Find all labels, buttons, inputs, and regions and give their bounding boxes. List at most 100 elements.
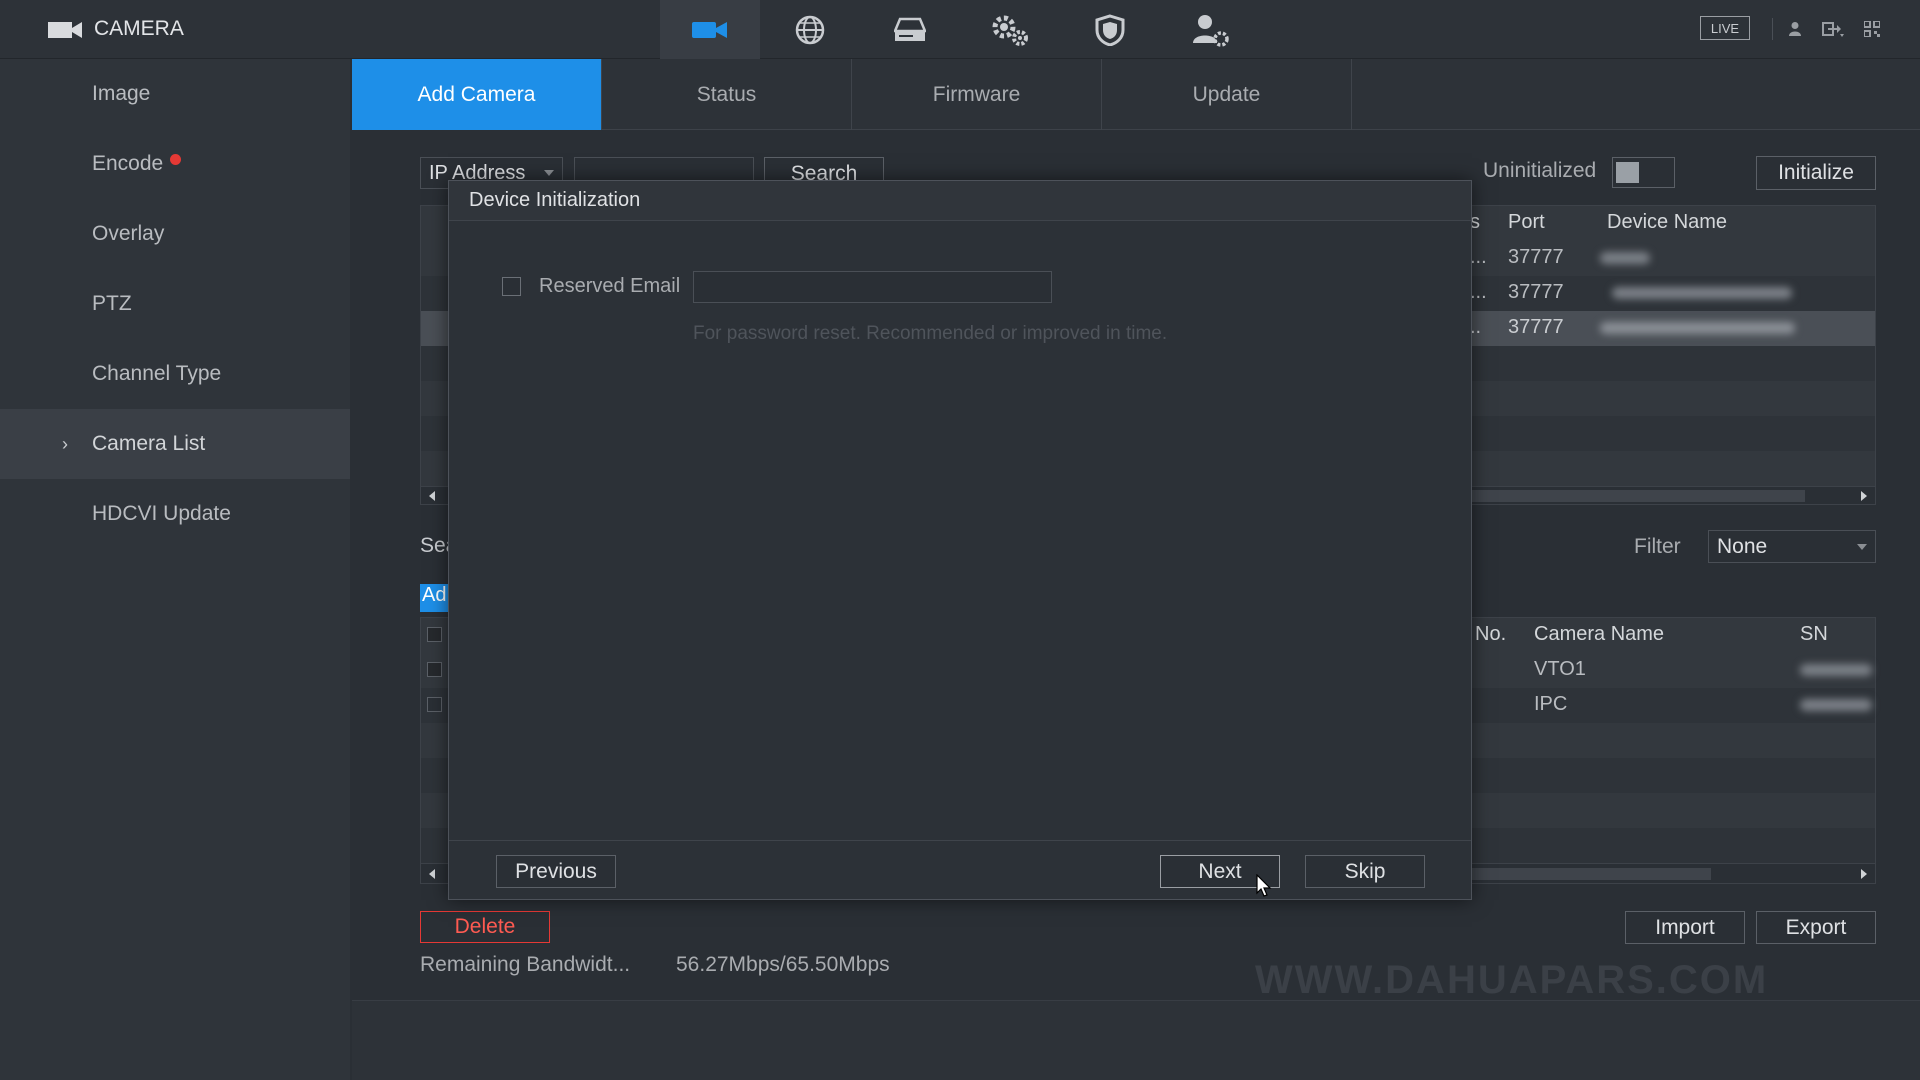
sidebar-item-ptz[interactable]: PTZ — [0, 269, 350, 339]
notification-badge — [170, 153, 182, 165]
nav-network-globe-icon[interactable] — [760, 0, 860, 59]
sidebar-item-channel-type[interactable]: Channel Type — [0, 339, 350, 409]
initialize-button-label: Initialize — [1778, 161, 1854, 184]
divider — [1772, 18, 1773, 40]
column-no-header: No. — [1475, 623, 1507, 645]
import-button-label: Import — [1655, 915, 1715, 939]
sidebar-item-overlay[interactable]: Overlay — [0, 199, 350, 269]
blurred-device-name — [1612, 287, 1792, 299]
scroll-left-icon[interactable] — [429, 869, 435, 879]
row-checkbox[interactable] — [427, 662, 442, 677]
scroll-right-icon[interactable] — [1861, 869, 1867, 879]
filter-label: Filter — [1634, 535, 1681, 558]
skip-button-label: Skip — [1344, 859, 1386, 883]
device-initialization-dialog: Device Initialization Reserved Email For… — [448, 180, 1472, 900]
tab-label: Firmware — [932, 82, 1021, 106]
nav-settings-gears-icon[interactable] — [960, 0, 1060, 59]
user-icon[interactable] — [1788, 21, 1802, 37]
export-button-label: Export — [1785, 915, 1847, 939]
sidebar-item-camera-list[interactable]: › Camera List — [0, 409, 350, 479]
delete-button-label: Delete — [454, 915, 516, 938]
next-button-label: Next — [1198, 859, 1242, 883]
reserved-email-input[interactable] — [693, 271, 1052, 303]
tab-firmware[interactable]: Firmware — [852, 59, 1102, 130]
tab-status[interactable]: Status — [602, 59, 852, 130]
cell-status: ... — [1470, 246, 1487, 268]
column-sn-header: SN — [1800, 623, 1828, 645]
camera-app-icon — [48, 20, 84, 40]
dialog-title: Device Initialization — [469, 189, 641, 211]
scrollbar-thumb[interactable] — [1471, 868, 1711, 880]
top-bar: CAMERA LIVE — [0, 0, 1920, 59]
sidebar-item-encode[interactable]: Encode — [0, 129, 350, 199]
cell-camera-name: VTO1 — [1534, 658, 1586, 680]
select-all-checkbox[interactable] — [427, 627, 442, 642]
tab-add-camera[interactable]: Add Camera — [352, 59, 602, 130]
nav-account-icon[interactable] — [1160, 0, 1260, 59]
blurred-device-name — [1600, 252, 1650, 264]
sidebar-item-label: Channel Type — [92, 362, 222, 385]
import-button[interactable]: Import — [1625, 911, 1745, 944]
scroll-left-icon[interactable] — [429, 491, 435, 501]
scrollbar-thumb[interactable] — [1471, 490, 1805, 502]
mouse-cursor-icon — [1256, 874, 1272, 898]
bandwidth-label: Remaining Bandwidt... — [420, 953, 631, 976]
cell-port: 37777 — [1508, 281, 1564, 303]
dialog-footer: Previous Next Skip — [449, 840, 1471, 899]
live-button[interactable]: LIVE — [1700, 16, 1750, 40]
bandwidth-value: 56.27Mbps/65.50Mbps — [676, 953, 890, 976]
blurred-device-name — [1600, 322, 1795, 334]
reserved-email-label: Reserved Email — [539, 275, 681, 297]
uninitialized-label: Uninitialized — [1483, 159, 1597, 182]
sidebar-item-label: PTZ — [92, 292, 132, 315]
qr-code-icon[interactable] — [1864, 21, 1880, 37]
tab-label: Add Camera — [417, 82, 536, 106]
scroll-right-icon[interactable] — [1861, 491, 1867, 501]
sidebar: Image Encode Overlay PTZ Channel Type › C… — [0, 59, 350, 1080]
reserved-email-checkbox[interactable] — [502, 277, 521, 296]
filter-value: None — [1717, 534, 1768, 558]
chevron-right-icon: › — [62, 433, 68, 454]
sidebar-item-label: Overlay — [92, 222, 165, 245]
sidebar-item-hdcvi-update[interactable]: HDCVI Update — [0, 479, 350, 549]
blurred-sn — [1800, 699, 1872, 711]
email-hint-text: For password reset. Recommended or impro… — [693, 323, 1168, 344]
tab-bar: Add Camera Status Firmware Update — [352, 59, 1920, 130]
add-button-label: Ad — [422, 584, 447, 606]
app-title: CAMERA — [94, 17, 184, 40]
filter-select[interactable]: None — [1708, 530, 1876, 563]
nav-security-shield-icon[interactable] — [1060, 0, 1160, 59]
cell-port: 37777 — [1508, 316, 1564, 338]
nav-storage-icon[interactable] — [860, 0, 960, 59]
previous-button-label: Previous — [515, 859, 597, 883]
initialize-button[interactable]: Initialize — [1756, 156, 1876, 190]
live-label: LIVE — [1710, 20, 1740, 36]
sidebar-item-label: Image — [92, 82, 151, 105]
chevron-down-icon — [1857, 544, 1867, 550]
tab-update[interactable]: Update — [1102, 59, 1352, 130]
watermark: WWW.DAHUAPARS.COM — [1255, 958, 1769, 1002]
delete-button[interactable]: Delete — [420, 911, 550, 943]
cell-port: 37777 — [1508, 246, 1564, 268]
row-checkbox[interactable] — [427, 697, 442, 712]
sidebar-item-label: HDCVI Update — [92, 502, 231, 525]
cell-camera-name: IPC — [1534, 693, 1568, 715]
cell-status: ... — [1470, 281, 1487, 303]
sidebar-item-image[interactable]: Image — [0, 59, 350, 129]
skip-button[interactable]: Skip — [1305, 855, 1425, 888]
column-port-header: Port — [1508, 211, 1545, 233]
toggle-knob — [1616, 162, 1639, 183]
sidebar-item-label: Encode — [92, 152, 164, 175]
logout-icon[interactable] — [1822, 21, 1844, 37]
sidebar-item-label: Camera List — [92, 432, 206, 455]
dialog-header: Device Initialization — [449, 181, 1471, 221]
column-camera-name-header: Camera Name — [1534, 623, 1665, 645]
tab-label: Status — [696, 82, 757, 106]
tab-label: Update — [1192, 82, 1261, 106]
nav-camera-icon[interactable] — [660, 0, 760, 59]
export-button[interactable]: Export — [1756, 911, 1876, 944]
uninitialized-toggle[interactable] — [1612, 157, 1675, 188]
add-button-fragment[interactable]: Ad — [420, 584, 450, 612]
previous-button[interactable]: Previous — [496, 855, 616, 888]
chevron-down-icon — [544, 170, 554, 176]
